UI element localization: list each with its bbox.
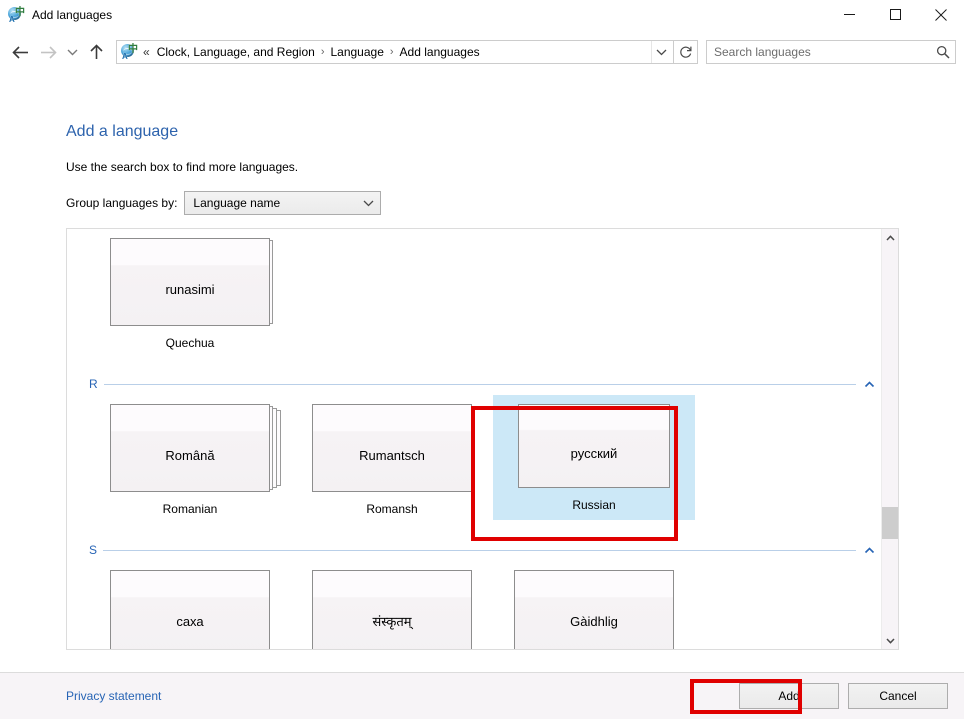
language-list[interactable]: runasimi Quechua R Română Romanian Ruman… [66,228,899,650]
language-native-name: Gàidhlig [570,614,618,629]
add-button[interactable]: Add [739,683,839,709]
tile-face: Gàidhlig [514,570,674,649]
chevron-down-icon [363,199,374,207]
language-tile-romansh[interactable]: Rumantsch Romansh [291,395,493,520]
group-languages-by-select[interactable]: Language name [184,191,382,215]
language-native-name: संस्कृतम् [372,614,412,629]
up-arrow-icon[interactable] [82,38,110,66]
address-dropdown-chevron-icon[interactable] [651,41,671,63]
language-native-name: runasimi [165,282,215,297]
window-title: Add languages [32,7,113,22]
group-languages-by-label: Group languages by: [66,196,178,210]
tile-face: संस्कृतम् [312,570,472,649]
tile-stack-edge [273,408,277,488]
language-english-name: Romansh [366,502,418,516]
scroll-up-icon[interactable] [882,229,898,246]
breadcrumb-language-globe-icon: A 中 [121,44,138,61]
language-tile-romanian[interactable]: Română Romanian [89,395,291,520]
language-tile-scottish-gaelic[interactable]: Gàidhlig Scottish Gaelic [493,561,695,649]
language-english-name: Romanian [162,502,218,516]
group-divider-line [103,383,856,385]
tile-face: саха [110,570,270,649]
language-tile-quechua[interactable]: runasimi Quechua [89,229,291,354]
group-letter: R [89,377,98,391]
tile-face: runasimi [110,238,270,326]
breadcrumb-separator-icon[interactable]: › [319,46,327,58]
scroll-down-icon[interactable] [882,632,898,649]
search-input[interactable] [707,45,931,59]
title-bar: A 中 Add languages [0,0,964,29]
language-native-name: Rumantsch [359,448,425,463]
language-english-name: Quechua [165,336,215,350]
language-tile-row: runasimi Quechua [89,229,883,354]
address-bar: A 中 « Clock, Language, and Region › Lang… [0,29,964,75]
tile-face: Română [110,404,270,492]
group-letter: S [89,543,98,557]
scrollbar-thumb[interactable] [882,507,898,539]
group-header-s[interactable]: S [89,539,883,561]
forward-arrow-icon [34,38,62,66]
group-languages-by-value: Language name [193,196,281,210]
breadcrumb[interactable]: A 中 « Clock, Language, and Region › Lang… [116,40,674,64]
language-tile-sanskrit[interactable]: संस्कृतम् Sanskrit [291,561,493,649]
page-subtitle: Use the search box to find more language… [66,160,299,174]
refresh-icon[interactable] [674,40,698,64]
window-controls [826,0,964,29]
language-globe-icon: A 中 [8,6,25,24]
search-icon[interactable] [931,41,955,63]
language-english-name: Russian [572,498,616,512]
breadcrumb-separator-icon[interactable]: › [388,46,396,58]
group-divider-line [103,549,856,551]
close-icon[interactable] [918,0,964,29]
search-languages-box[interactable] [706,40,956,64]
language-tile-russian[interactable]: русский Russian [493,395,695,520]
chevron-up-icon[interactable] [864,380,875,388]
tile-face: русский [518,404,670,488]
breadcrumb-overflow-icon[interactable]: « [140,45,153,59]
language-tile-sakha[interactable]: саха Sakha [89,561,291,649]
back-arrow-icon[interactable] [6,38,34,66]
language-list-scrollbar[interactable] [881,229,898,649]
recent-locations-chevron-icon[interactable] [62,38,82,66]
language-native-name: Română [165,448,215,463]
footer-bar: Privacy statement Add Cancel [0,673,964,719]
language-native-name: саха [176,614,204,629]
group-header-r[interactable]: R [89,373,883,395]
privacy-statement-link[interactable]: Privacy statement [66,689,161,703]
content-area: Add a language Use the search box to fin… [0,75,964,672]
breadcrumb-item-clock-language-region[interactable]: Clock, Language, and Region [153,43,319,61]
language-list-content: runasimi Quechua R Română Romanian Ruman… [67,229,883,649]
chevron-up-icon[interactable] [864,546,875,554]
language-native-name: русский [570,446,618,461]
group-languages-by-row: Group languages by: Language name [66,174,964,215]
tile-face: Rumantsch [312,404,472,492]
cancel-button[interactable]: Cancel [848,683,948,709]
breadcrumb-item-language[interactable]: Language [326,43,387,61]
tile-stack-edge [277,410,281,486]
breadcrumb-item-add-languages[interactable]: Add languages [396,43,484,61]
language-tile-row: саха Sakha संस्कृतम् Sanskrit [89,561,883,649]
maximize-icon[interactable] [872,0,918,29]
language-tile-row: Română Romanian Rumantsch Romansh русски… [89,395,883,520]
minimize-icon[interactable] [826,0,872,29]
page-title: Add a language [66,123,179,140]
footer-buttons: Add Cancel [739,683,948,709]
